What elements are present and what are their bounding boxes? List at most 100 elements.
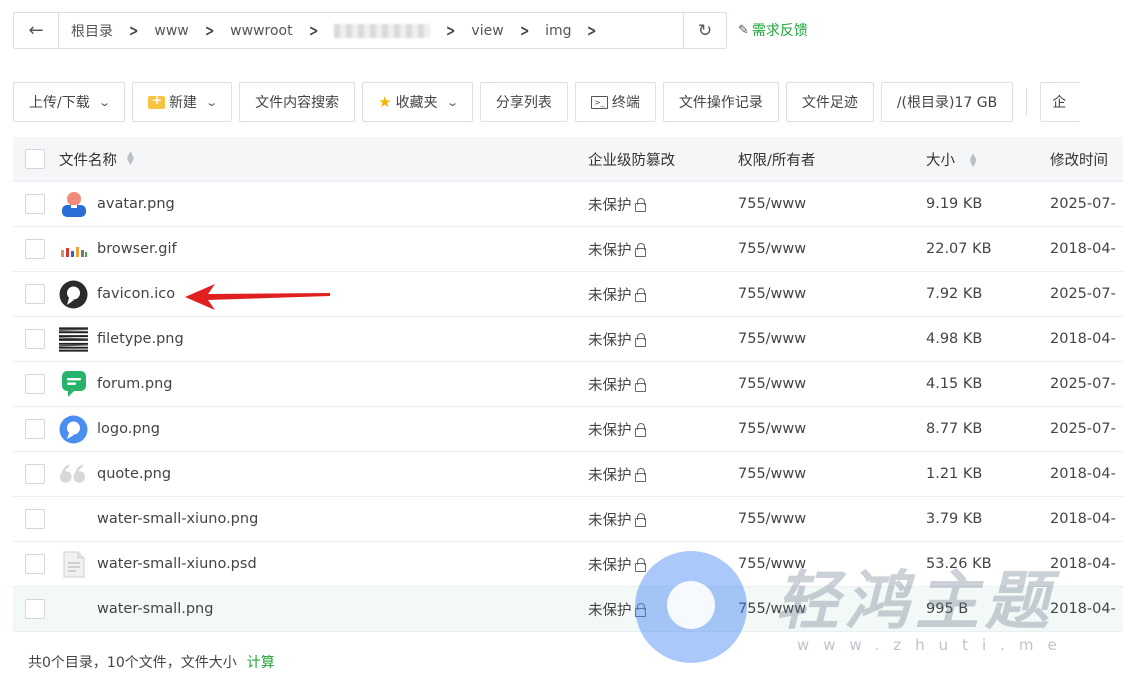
table-row[interactable]: quote.png 未保护 755/www 1.21 KB 2018-04- bbox=[13, 452, 1123, 497]
row-checkbox[interactable] bbox=[25, 599, 45, 619]
row-checkbox[interactable] bbox=[25, 554, 45, 574]
modified-time: 2018-04- bbox=[1050, 331, 1116, 347]
crumb-root[interactable]: 根目录 bbox=[67, 21, 117, 41]
crumb-www[interactable]: www bbox=[150, 23, 192, 39]
row-checkbox[interactable] bbox=[25, 374, 45, 394]
chevron-right-icon: > bbox=[129, 21, 139, 40]
protect-status[interactable]: 未保护 bbox=[588, 599, 738, 620]
protect-status[interactable]: 未保护 bbox=[588, 554, 738, 575]
protect-label: 未保护 bbox=[588, 197, 632, 214]
row-checkbox[interactable] bbox=[25, 419, 45, 439]
crumb-redacted[interactable] bbox=[330, 23, 434, 39]
protect-status[interactable]: 未保护 bbox=[588, 239, 738, 260]
new-button[interactable]: 新建 ⌄ bbox=[131, 82, 233, 122]
disk-button[interactable]: /(根目录)17 GB bbox=[880, 82, 1014, 122]
permission-owner[interactable]: 755/www bbox=[738, 376, 926, 392]
op-log-button[interactable]: 文件操作记录 bbox=[662, 82, 779, 122]
chevron-down-icon: ⌄ bbox=[97, 95, 111, 109]
refresh-button[interactable]: ↻ bbox=[683, 13, 726, 48]
protect-status[interactable]: 未保护 bbox=[588, 284, 738, 305]
sort-icon: ▲ ▼ bbox=[969, 151, 977, 169]
chevron-right-icon: > bbox=[308, 21, 318, 40]
arrow-left-icon: ← bbox=[28, 20, 44, 41]
chevron-down-icon: ⌄ bbox=[445, 95, 459, 109]
permission-owner[interactable]: 755/www bbox=[738, 466, 926, 482]
crumb-view[interactable]: view bbox=[467, 23, 507, 39]
unlock-icon bbox=[634, 422, 646, 437]
header-time[interactable]: 修改时间 bbox=[1050, 149, 1123, 170]
permission-owner[interactable]: 755/www bbox=[738, 421, 926, 437]
permission-owner[interactable]: 755/www bbox=[738, 556, 926, 572]
file-name[interactable]: favicon.ico bbox=[97, 286, 175, 302]
file-size: 1.21 KB bbox=[926, 466, 983, 482]
row-checkbox[interactable] bbox=[25, 509, 45, 529]
file-name[interactable]: avatar.png bbox=[97, 196, 175, 212]
file-size: 995 B bbox=[926, 601, 969, 617]
calculate-link[interactable]: 计算 bbox=[247, 655, 275, 671]
permission-owner[interactable]: 755/www bbox=[738, 601, 926, 617]
modified-time: 2018-04- bbox=[1050, 466, 1116, 482]
protect-status[interactable]: 未保护 bbox=[588, 329, 738, 350]
row-checkbox[interactable] bbox=[25, 329, 45, 349]
chevron-right-icon: > bbox=[587, 21, 597, 40]
upload-download-button[interactable]: 上传/下载 ⌄ bbox=[13, 82, 125, 122]
table-row[interactable]: water-small-xiuno.psd 未保护 755/www 53.26 KB 2… bbox=[13, 542, 1123, 587]
protect-status[interactable]: 未保护 bbox=[588, 509, 738, 530]
file-name[interactable]: browser.gif bbox=[97, 241, 177, 257]
header-name[interactable]: 文件名称 ▲ ▼ bbox=[59, 149, 588, 170]
header-name-label: 文件名称 bbox=[59, 152, 117, 169]
file-name[interactable]: water-small.png bbox=[97, 601, 213, 617]
favorites-button[interactable]: ★ 收藏夹 ⌄ bbox=[362, 82, 473, 122]
header-size[interactable]: 大小 ▲ ▼ bbox=[926, 149, 1050, 170]
crumb-img[interactable]: img bbox=[541, 23, 575, 39]
modified-time: 2018-04- bbox=[1050, 601, 1116, 617]
crumb-wwwroot[interactable]: wwwroot bbox=[226, 23, 296, 39]
protect-label: 未保护 bbox=[588, 332, 632, 349]
protect-status[interactable]: 未保护 bbox=[588, 464, 738, 485]
modified-time: 2025-07- bbox=[1050, 196, 1116, 212]
table-row[interactable]: filetype.png 未保护 755/www 4.98 KB 2018-04- bbox=[13, 317, 1123, 362]
file-name[interactable]: filetype.png bbox=[97, 331, 184, 347]
permission-owner[interactable]: 755/www bbox=[738, 331, 926, 347]
select-all-checkbox[interactable] bbox=[25, 149, 45, 169]
table-row[interactable]: logo.png 未保护 755/www 8.77 KB 2025-07- bbox=[13, 407, 1123, 452]
terminal-button[interactable]: >_ 终端 bbox=[574, 82, 656, 122]
op-log-label: 文件操作记录 bbox=[678, 95, 763, 111]
file-name[interactable]: water-small-xiuno.png bbox=[97, 511, 258, 527]
footprint-button[interactable]: 文件足迹 bbox=[785, 82, 874, 122]
modified-time: 2018-04- bbox=[1050, 511, 1116, 527]
file-name[interactable]: forum.png bbox=[97, 376, 172, 392]
table-row[interactable]: favicon.ico 未保护 755/www 7.92 KB 2025-07- bbox=[13, 272, 1123, 317]
file-size: 9.19 KB bbox=[926, 196, 983, 212]
permission-owner[interactable]: 755/www bbox=[738, 241, 926, 257]
table-row[interactable]: water-small-xiuno.png 未保护 755/www 3.79 KB 20… bbox=[13, 497, 1123, 542]
table-row[interactable]: water-small.png 未保护 755/www 995 B 2018-04- bbox=[13, 587, 1123, 632]
unlock-icon bbox=[634, 242, 646, 257]
file-name[interactable]: water-small-xiuno.psd bbox=[97, 556, 257, 572]
permission-owner[interactable]: 755/www bbox=[738, 286, 926, 302]
blank-image-icon bbox=[59, 595, 88, 624]
star-icon: ★ bbox=[378, 93, 392, 111]
protect-status[interactable]: 未保护 bbox=[588, 419, 738, 440]
row-checkbox[interactable] bbox=[25, 239, 45, 259]
row-checkbox[interactable] bbox=[25, 284, 45, 304]
table-row[interactable]: browser.gif 未保护 755/www 22.07 KB 2018-04- bbox=[13, 227, 1123, 272]
row-checkbox[interactable] bbox=[25, 464, 45, 484]
permission-owner[interactable]: 755/www bbox=[738, 511, 926, 527]
enterprise-button[interactable]: 企 bbox=[1040, 82, 1081, 122]
blank-image-icon bbox=[59, 505, 88, 534]
feedback-link[interactable]: ✎ 需求反馈 bbox=[738, 20, 808, 40]
chevron-down-icon: ⌄ bbox=[205, 95, 218, 109]
table-row[interactable]: avatar.png 未保护 755/www 9.19 KB 2025-07- bbox=[13, 182, 1123, 227]
content-search-button[interactable]: 文件内容搜索 bbox=[239, 82, 356, 122]
table-row[interactable]: forum.png 未保护 755/www 4.15 KB 2025-07- bbox=[13, 362, 1123, 407]
protect-status[interactable]: 未保护 bbox=[588, 374, 738, 395]
row-checkbox[interactable] bbox=[25, 194, 45, 214]
share-list-button[interactable]: 分享列表 bbox=[479, 82, 568, 122]
protect-label: 未保护 bbox=[588, 422, 632, 439]
back-button[interactable]: ← bbox=[14, 13, 59, 48]
protect-status[interactable]: 未保护 bbox=[588, 194, 738, 215]
permission-owner[interactable]: 755/www bbox=[738, 196, 926, 212]
file-name[interactable]: logo.png bbox=[97, 421, 160, 437]
file-name[interactable]: quote.png bbox=[97, 466, 171, 482]
